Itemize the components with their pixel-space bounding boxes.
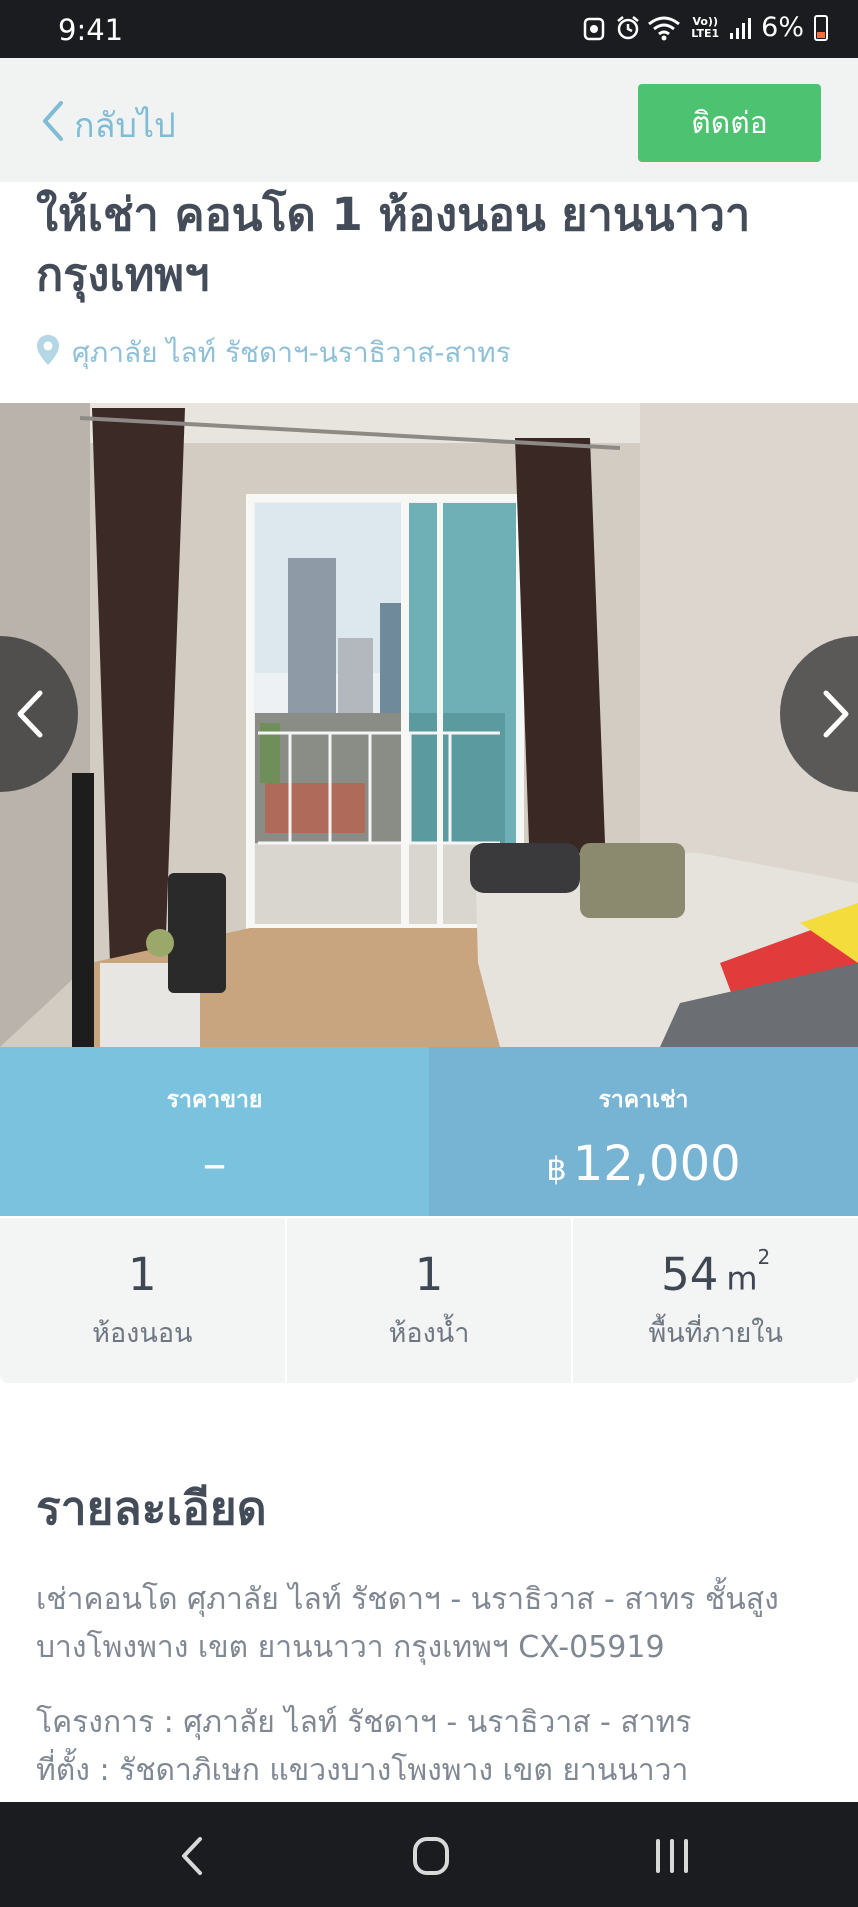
- map-pin-icon: [36, 334, 60, 373]
- back-icon: [182, 1837, 202, 1875]
- rent-price-label: ราคาเช่า: [598, 1087, 689, 1113]
- area-value: 54: [661, 1248, 719, 1301]
- battery-percent: 6%: [761, 12, 804, 43]
- area-unit: m2: [726, 1245, 770, 1298]
- sale-price-label: ราคาขาย: [166, 1087, 263, 1113]
- price-row: ราคาขาย – ราคาเช่า ฿ 12,000: [0, 1047, 858, 1216]
- home-icon: [413, 1837, 449, 1875]
- details-paragraph: เช่าคอนโด ศุภาลัย ไลท์ รัชดาฯ - นราธิวาส…: [36, 1582, 779, 1665]
- bedrooms-label: ห้องนอน: [92, 1318, 193, 1349]
- details-heading: รายละเอียด: [36, 1481, 267, 1535]
- stat-area: 54 m2 พื้นที่ภายใน: [573, 1218, 858, 1383]
- contact-button[interactable]: ติดต่อ: [638, 84, 821, 162]
- battery-icon: [814, 14, 828, 41]
- area-unit-sup: 2: [757, 1245, 771, 1270]
- property-stats: 1 ห้องนอน 1 ห้องน้ำ 54 m2 พื้นที่ภายใน: [0, 1218, 858, 1383]
- notification-icon: [583, 15, 605, 41]
- location-link[interactable]: ศุภาลัย ไลท์ รัชดาฯ-นราธิวาส-สาทร: [36, 331, 511, 375]
- system-home-button[interactable]: [412, 1836, 450, 1880]
- status-bar: 9:41 Vo)) LTE1 6%: [0, 0, 858, 58]
- details-info: โครงการ : ศุภาลัย ไลท์ รัชดาฯ - นราธิวาส…: [36, 1699, 826, 1795]
- listing-photo[interactable]: [0, 403, 858, 1047]
- bedrooms-value: 1: [128, 1248, 157, 1301]
- system-nav-bar: [0, 1802, 858, 1907]
- location-label: ศุภาลัย ไลท์ รัชดาฯ-นราธิวาส-สาทร: [72, 336, 511, 369]
- rent-price-value: ฿ 12,000: [546, 1136, 740, 1192]
- rent-price-panel: ราคาเช่า ฿ 12,000: [429, 1047, 858, 1216]
- room-photo-illustration: [0, 403, 858, 1047]
- back-label: กลับไป: [74, 106, 176, 146]
- rent-price-amount: 12,000: [572, 1136, 741, 1192]
- volte-bottom-label: LTE1: [691, 26, 720, 40]
- bathrooms-value: 1: [414, 1248, 444, 1301]
- chevron-left-icon: [17, 690, 43, 738]
- volte-indicator: Vo)) LTE1: [691, 15, 720, 40]
- stat-bathrooms: 1 ห้องน้ำ: [287, 1218, 574, 1383]
- bathrooms-label: ห้องน้ำ: [388, 1318, 470, 1349]
- chevron-left-icon: [42, 100, 64, 150]
- status-time: 9:41: [58, 13, 124, 47]
- chevron-right-icon: [823, 690, 849, 738]
- system-recents-button[interactable]: [654, 1836, 690, 1880]
- area-unit-text: m: [726, 1260, 758, 1298]
- system-back-button[interactable]: [180, 1836, 204, 1880]
- address-line: ที่ตั้ง : รัชดาภิเษก แขวงบางโพงพาง เขต ย…: [36, 1753, 689, 1788]
- signal-icon: [729, 15, 752, 41]
- back-button[interactable]: กลับไป: [42, 98, 176, 152]
- recents-icon: [656, 1839, 688, 1873]
- alarm-icon: [615, 15, 640, 41]
- listing-title: ให้เช่า คอนโด 1 ห้องนอน ยานนาวา กรุงเทพฯ: [36, 188, 751, 301]
- stat-bedrooms: 1 ห้องนอน: [0, 1218, 287, 1383]
- wifi-icon: [647, 15, 681, 41]
- sale-price-panel: ราคาขาย –: [0, 1047, 429, 1216]
- area-value-wrap: 54 m2: [661, 1245, 770, 1301]
- project-line: โครงการ : ศุภาลัย ไลท์ รัชดาฯ - นราธิวาส…: [36, 1705, 692, 1740]
- area-label: พื้นที่ภายใน: [648, 1318, 783, 1349]
- sale-price-value: –: [202, 1136, 227, 1192]
- status-icons: Vo)) LTE1 6%: [583, 12, 828, 43]
- currency-symbol: ฿: [546, 1150, 567, 1188]
- top-header: กลับไป ติดต่อ: [0, 58, 858, 182]
